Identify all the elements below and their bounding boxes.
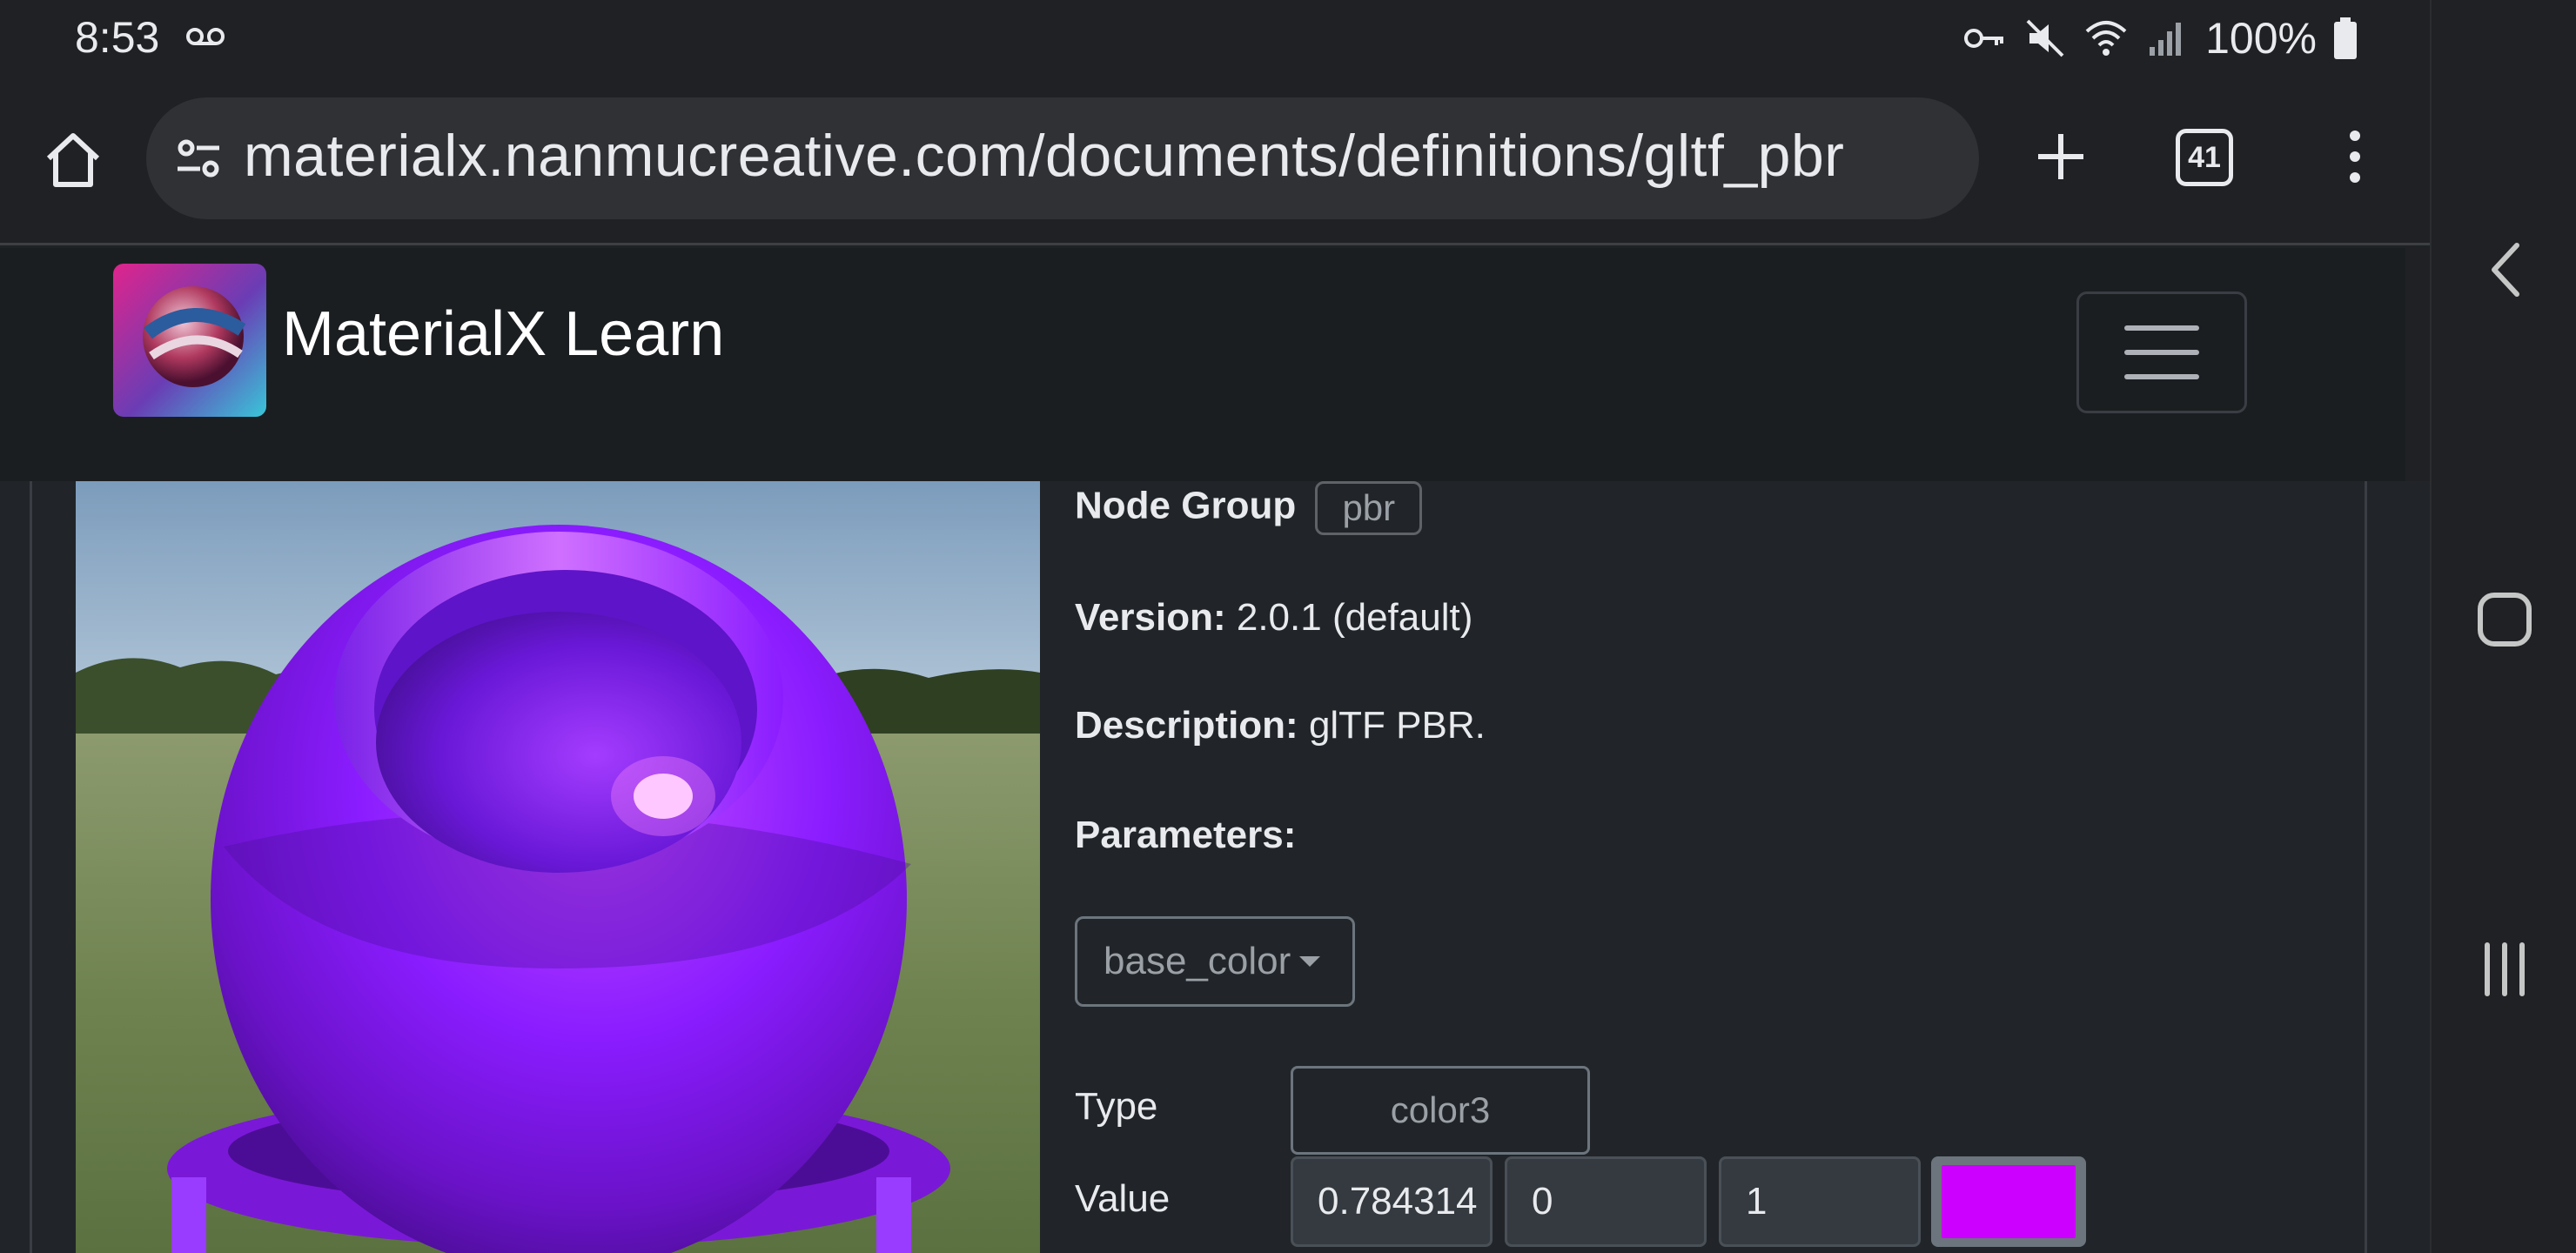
- status-icons: 100%: [1962, 10, 2358, 66]
- hamburger-menu-icon[interactable]: [2076, 291, 2247, 413]
- status-bar: 8:53 100%: [0, 0, 2430, 77]
- browser-toolbar: materialx.nanmucreative.com/documents/de…: [0, 77, 2430, 245]
- new-tab-icon: [2038, 134, 2083, 179]
- description-value: glTF PBR.: [1308, 704, 1486, 747]
- value-r-input[interactable]: 0.784314: [1291, 1156, 1493, 1247]
- back-button[interactable]: [2466, 231, 2543, 308]
- back-icon: [2492, 243, 2519, 297]
- logo-icon[interactable]: [113, 264, 266, 417]
- type-label: Type: [1075, 1085, 1158, 1128]
- vpn-key-icon: [1964, 29, 2004, 48]
- node-group-row: Node Group pbr: [1075, 481, 1423, 535]
- version-label: Version:: [1075, 596, 1226, 639]
- version-row: Version: 2.0.1 (default): [1075, 596, 1472, 640]
- wifi-icon: [2085, 21, 2127, 56]
- type-field: color3: [1291, 1066, 1590, 1155]
- tab-switcher-button[interactable]: 41: [2176, 129, 2233, 186]
- node-group-badge: pbr: [1315, 481, 1423, 535]
- battery-icon: [2334, 17, 2357, 59]
- description-row: Description: glTF PBR.: [1075, 704, 1486, 747]
- description-label: Description:: [1075, 704, 1298, 747]
- home-button[interactable]: [35, 122, 111, 198]
- version-value: 2.0.1 (default): [1236, 596, 1473, 639]
- definition-info: Node Group pbr Version: 2.0.1 (default) …: [1075, 481, 2363, 1253]
- home-square-icon: [2478, 593, 2532, 647]
- address-bar[interactable]: materialx.nanmucreative.com/documents/de…: [146, 97, 1979, 219]
- home-icon: [46, 133, 100, 187]
- site-navbar: MaterialX Learn: [0, 248, 2405, 481]
- page-content: Node Group pbr Version: 2.0.1 (default) …: [0, 481, 2430, 1253]
- node-group-label: Node Group: [1075, 484, 1297, 527]
- phone-screen: 8:53 100% materialx.nanmucreative.com/do…: [0, 0, 2576, 1253]
- parameters-label: Parameters:: [1075, 814, 1297, 856]
- color-picker[interactable]: [1931, 1156, 2086, 1247]
- signal-icon: [2150, 23, 2182, 56]
- overflow-menu-button[interactable]: [2320, 115, 2390, 198]
- mute-icon: [2026, 19, 2064, 57]
- chevron-down-icon: [1299, 956, 1321, 967]
- new-tab-button[interactable]: [2019, 115, 2103, 198]
- home-nav-button[interactable]: [2466, 581, 2543, 658]
- site-settings-icon[interactable]: [171, 131, 226, 186]
- material-preview-image: [76, 481, 1040, 1253]
- recents-button[interactable]: [2466, 931, 2543, 1008]
- parameters-row: Parameters:: [1075, 814, 1296, 857]
- value-b-input[interactable]: 1: [1719, 1156, 1921, 1247]
- definition-card: Node Group pbr Version: 2.0.1 (default) …: [30, 481, 2367, 1253]
- color-swatch: [1942, 1165, 2076, 1238]
- parameter-selected-value: base_color: [1104, 940, 1291, 982]
- brand-name[interactable]: MaterialX Learn: [282, 298, 724, 370]
- system-navigation-bar: [2430, 0, 2576, 1253]
- value-g-input[interactable]: 0: [1505, 1156, 1707, 1247]
- value-label: Value: [1075, 1177, 1171, 1220]
- recents-icon: [2485, 942, 2525, 996]
- battery-percentage: 100%: [2205, 14, 2317, 63]
- overflow-menu-icon: [2350, 131, 2360, 183]
- url-text[interactable]: materialx.nanmucreative.com/documents/de…: [244, 122, 1844, 190]
- status-time: 8:53: [75, 13, 160, 62]
- parameter-select[interactable]: base_color: [1075, 916, 1355, 1007]
- voicemail-icon: [186, 28, 225, 45]
